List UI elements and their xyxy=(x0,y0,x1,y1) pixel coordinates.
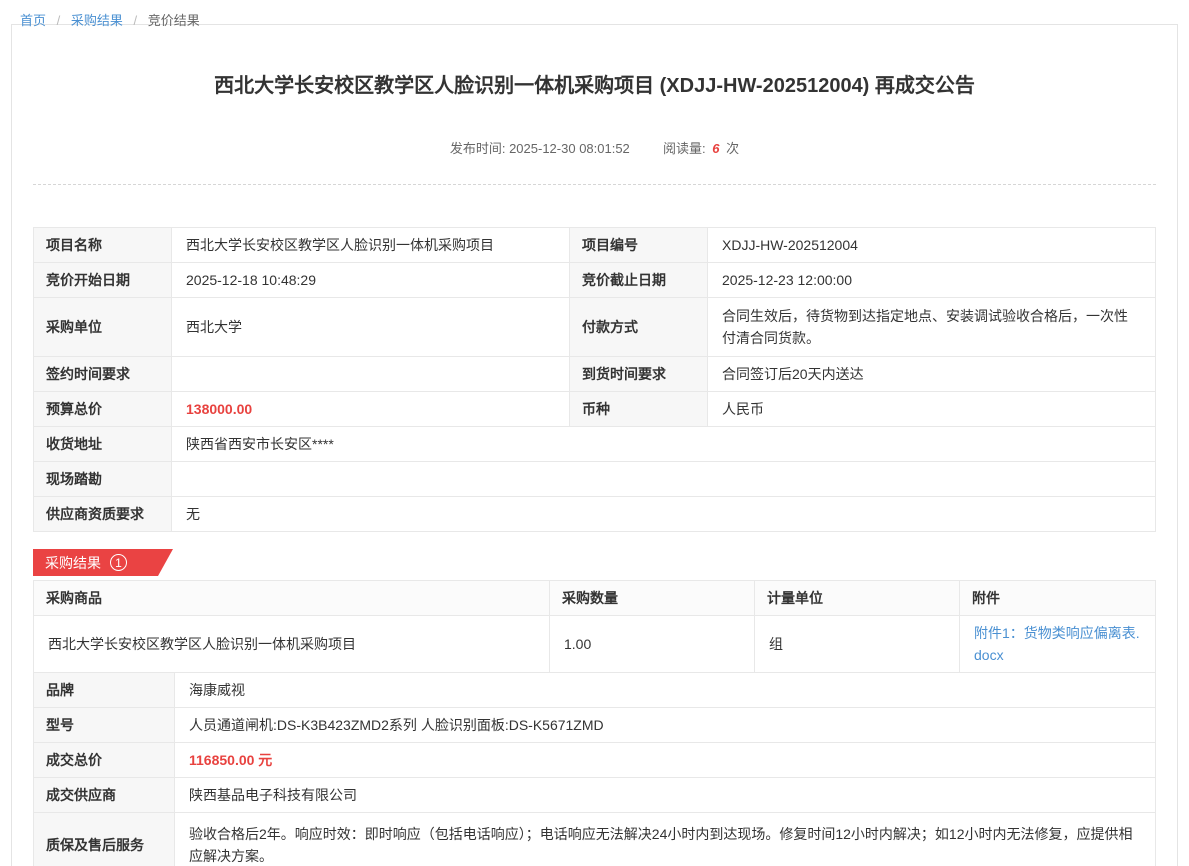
brand-value: 海康威视 xyxy=(175,673,1156,708)
breadcrumb-separator: / xyxy=(134,13,138,28)
product-name-cell: 西北大学长安校区教学区人脸识别一体机采购项目 xyxy=(34,616,550,673)
field-label: 到货时间要求 xyxy=(570,357,708,392)
table-row: 采购单位 西北大学 付款方式 合同生效后，待货物到达指定地点、安装调试验收合格后… xyxy=(34,298,1156,357)
field-value: XDJJ-HW-202512004 xyxy=(708,228,1156,263)
field-label: 竞价截止日期 xyxy=(570,263,708,298)
attachment-link[interactable]: 附件1：货物类响应偏离表.docx xyxy=(974,625,1140,663)
field-value: 人民币 xyxy=(708,392,1156,427)
table-row: 型号 人员通道闸机:DS-K3B423ZMD2系列 人脸识别面板:DS-K567… xyxy=(34,708,1156,743)
table-row: 竞价开始日期 2025-12-18 10:48:29 竞价截止日期 2025-1… xyxy=(34,263,1156,298)
breadcrumb: 首页 / 采购结果 / 竞价结果 xyxy=(0,0,1189,24)
deal-detail-table: 品牌 海康威视 型号 人员通道闸机:DS-K3B423ZMD2系列 人脸识别面板… xyxy=(33,672,1156,866)
table-row: 成交总价 116850.00 元 xyxy=(34,743,1156,778)
unit-cell: 组 xyxy=(755,616,960,673)
attachment-cell: 附件1：货物类响应偏离表.docx xyxy=(960,616,1156,673)
field-value: 陕西省西安市长安区**** xyxy=(172,427,1156,462)
publish-time-value: 2025-12-30 08:01:52 xyxy=(509,141,630,156)
table-row: 供应商资质要求 无 xyxy=(34,497,1156,532)
field-value xyxy=(172,462,1156,497)
field-label: 品牌 xyxy=(34,673,175,708)
field-value: 合同签订后20天内送达 xyxy=(708,357,1156,392)
table-row: 签约时间要求 到货时间要求 合同签订后20天内送达 xyxy=(34,357,1156,392)
field-label: 预算总价 xyxy=(34,392,172,427)
purchase-result-badge: 采购结果 1 xyxy=(33,549,173,576)
publish-time-label: 发布时间: xyxy=(450,141,506,156)
purchase-result-badge-count: 1 xyxy=(110,554,127,571)
purchase-result-badge-label: 采购结果 xyxy=(45,553,101,573)
field-label: 成交供应商 xyxy=(34,778,175,813)
table-row: 项目名称 西北大学长安校区教学区人脸识别一体机采购项目 项目编号 XDJJ-HW… xyxy=(34,228,1156,263)
field-label: 收货地址 xyxy=(34,427,172,462)
column-header-product: 采购商品 xyxy=(34,581,550,616)
field-label: 现场踏勘 xyxy=(34,462,172,497)
table-row: 预算总价 138000.00 币种 人民币 xyxy=(34,392,1156,427)
field-value xyxy=(172,357,570,392)
field-label: 质保及售后服务 xyxy=(34,813,175,866)
breadcrumb-separator: / xyxy=(57,13,61,28)
field-label: 供应商资质要求 xyxy=(34,497,172,532)
field-label: 项目名称 xyxy=(34,228,172,263)
field-label: 成交总价 xyxy=(34,743,175,778)
table-row: 品牌 海康威视 xyxy=(34,673,1156,708)
purchase-result-table: 采购商品 采购数量 计量单位 附件 西北大学长安校区教学区人脸识别一体机采购项目… xyxy=(33,580,1156,673)
field-value: 西北大学长安校区教学区人脸识别一体机采购项目 xyxy=(172,228,570,263)
breadcrumb-home-link[interactable]: 首页 xyxy=(20,13,46,28)
table-row: 收货地址 陕西省西安市长安区**** xyxy=(34,427,1156,462)
table-header-row: 采购商品 采购数量 计量单位 附件 xyxy=(34,581,1156,616)
field-label: 付款方式 xyxy=(570,298,708,357)
column-header-quantity: 采购数量 xyxy=(550,581,755,616)
field-value: 2025-12-18 10:48:29 xyxy=(172,263,570,298)
field-label: 型号 xyxy=(34,708,175,743)
supplier-value: 陕西基品电子科技有限公司 xyxy=(175,778,1156,813)
publish-meta: 发布时间: 2025-12-30 08:01:52 阅读量: 6 次 xyxy=(33,138,1156,157)
table-row: 西北大学长安校区教学区人脸识别一体机采购项目 1.00 组 附件1：货物类响应偏… xyxy=(34,616,1156,673)
field-label: 签约时间要求 xyxy=(34,357,172,392)
field-label: 竞价开始日期 xyxy=(34,263,172,298)
field-label: 项目编号 xyxy=(570,228,708,263)
field-value: 西北大学 xyxy=(172,298,570,357)
breadcrumb-purchase-results-link[interactable]: 采购结果 xyxy=(71,13,123,28)
breadcrumb-current-page: 竞价结果 xyxy=(148,13,200,28)
model-value: 人员通道闸机:DS-K3B423ZMD2系列 人脸识别面板:DS-K5671ZM… xyxy=(175,708,1156,743)
title-block: 西北大学长安校区教学区人脸识别一体机采购项目 (XDJJ-HW-20251200… xyxy=(33,69,1156,185)
table-row: 质保及售后服务 验收合格后2年。响应时效：即时响应（包括电话响应）；电话响应无法… xyxy=(34,813,1156,866)
announcement-card: 西北大学长安校区教学区人脸识别一体机采购项目 (XDJJ-HW-20251200… xyxy=(11,24,1178,866)
table-row: 现场踏勘 xyxy=(34,462,1156,497)
column-header-unit: 计量单位 xyxy=(755,581,960,616)
warranty-value: 验收合格后2年。响应时效：即时响应（包括电话响应）；电话响应无法解决24小时内到… xyxy=(175,813,1156,866)
field-value: 合同生效后，待货物到达指定地点、安装调试验收合格后，一次性付清合同货款。 xyxy=(708,298,1156,357)
field-label: 币种 xyxy=(570,392,708,427)
quantity-cell: 1.00 xyxy=(550,616,755,673)
column-header-attachment: 附件 xyxy=(960,581,1156,616)
deal-total-price-value: 116850.00 元 xyxy=(175,743,1156,778)
field-value: 无 xyxy=(172,497,1156,532)
field-label: 采购单位 xyxy=(34,298,172,357)
read-count-value: 6 xyxy=(712,141,719,156)
page-title: 西北大学长安校区教学区人脸识别一体机采购项目 (XDJJ-HW-20251200… xyxy=(33,69,1156,98)
read-count-unit: 次 xyxy=(726,141,739,156)
table-row: 成交供应商 陕西基品电子科技有限公司 xyxy=(34,778,1156,813)
project-info-table: 项目名称 西北大学长安校区教学区人脸识别一体机采购项目 项目编号 XDJJ-HW… xyxy=(33,227,1156,532)
field-value: 2025-12-23 12:00:00 xyxy=(708,263,1156,298)
read-count-label: 阅读量: xyxy=(663,141,706,156)
budget-total-value: 138000.00 xyxy=(172,392,570,427)
